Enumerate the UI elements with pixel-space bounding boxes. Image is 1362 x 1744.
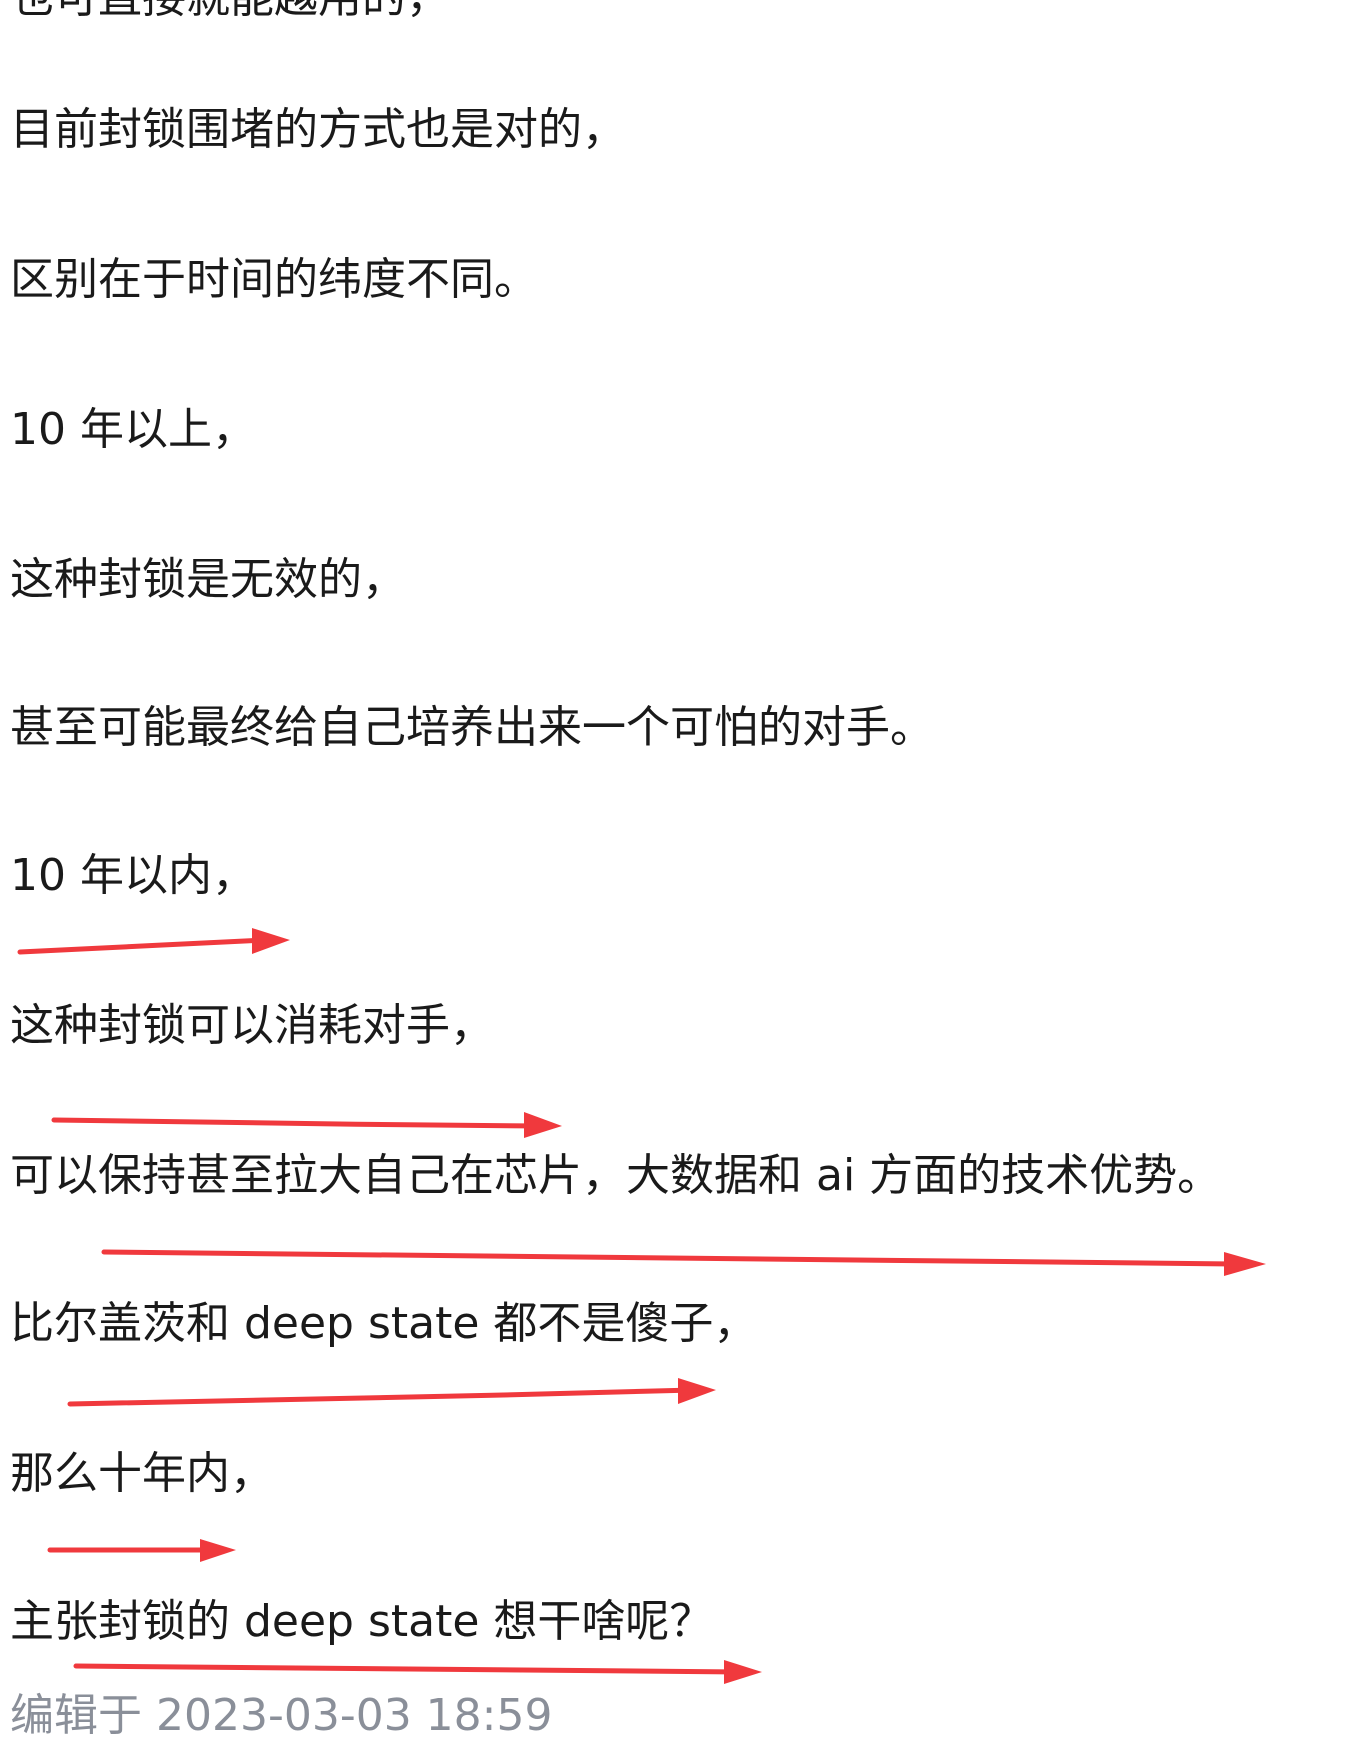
post-line: 主张封锁的 deep state 想干啥呢？	[10, 1596, 714, 1647]
post-line: 这种封锁可以消耗对手，	[10, 1000, 494, 1051]
red-arrow-right-icon	[101, 1249, 1266, 1276]
post-line: 10 年以上，	[10, 404, 256, 455]
red-arrow-right-icon	[73, 1660, 762, 1684]
red-arrow-right-icon	[17, 928, 290, 955]
red-arrow-right-icon	[47, 1539, 236, 1562]
post-line: 那么十年内，	[10, 1448, 274, 1499]
post-line-partial: 也可直接就能越用的，	[10, 0, 450, 26]
post-line: 区别在于时间的纬度不同。	[10, 254, 538, 305]
post-line: 这种封锁是无效的，	[10, 554, 406, 605]
post-line: 可以保持甚至拉大自己在芯片，大数据和 ai 方面的技术优势。	[10, 1150, 1222, 1201]
post-line: 甚至可能最终给自己培养出来一个可怕的对手。	[10, 702, 934, 753]
edited-timestamp: 编辑于 2023-03-03 18:59	[10, 1690, 553, 1741]
red-arrow-right-icon	[67, 1378, 716, 1407]
post-line: 目前封锁围堵的方式也是对的，	[10, 104, 626, 155]
post-line: 10 年以内，	[10, 850, 256, 901]
red-arrow-right-icon	[51, 1112, 562, 1138]
post-line: 比尔盖茨和 deep state 都不是傻子，	[10, 1298, 758, 1349]
